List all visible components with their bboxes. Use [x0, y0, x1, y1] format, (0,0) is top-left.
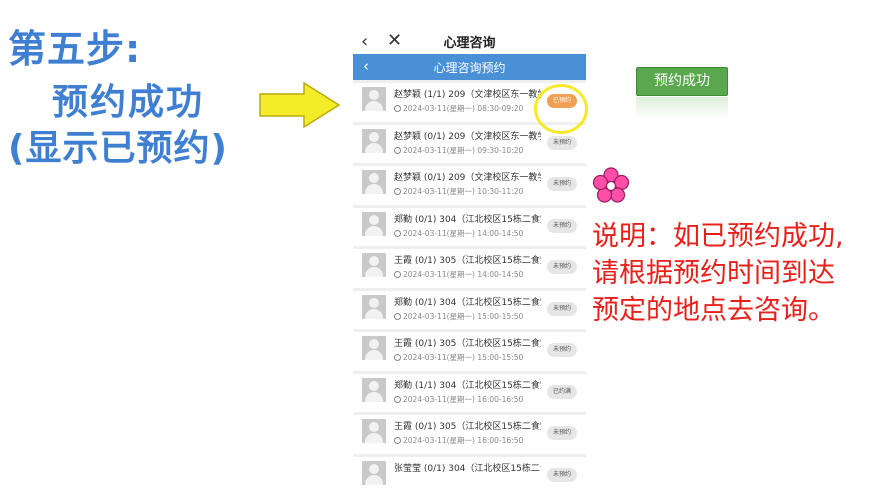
highlight-circle	[534, 84, 588, 134]
clock-icon	[394, 354, 401, 361]
counselor-slot-info: 郑勤 (1/1) 304（江北校区15栋二食堂…	[394, 380, 541, 391]
appointment-item[interactable]: 张莹莹 (0/1) 304（江北校区15栋二食… 未预约	[353, 456, 586, 493]
flower-icon	[592, 167, 630, 203]
counselor-slot-info: 王霞 (0/1) 305（江北校区15栋二食堂…	[394, 339, 541, 349]
status-badge[interactable]: 未预约	[547, 260, 577, 274]
counselor-slot-info: 张莹莹 (0/1) 304（江北校区15栋二食…	[394, 463, 541, 474]
counselor-slot-info: 王霞 (0/1) 305（江北校区15栋二食堂…	[394, 256, 541, 266]
avatar-placeholder-icon	[362, 294, 386, 319]
slot-time: 2024-03-11(星期一) 14:00-14:50	[394, 228, 523, 239]
slot-time: 2024-03-11(星期一) 16:00-16:50	[394, 435, 523, 446]
status-badge[interactable]: 未预约	[547, 467, 577, 482]
slot-time: 2024-03-11(星期一) 10:30-11:20	[394, 186, 523, 197]
counselor-slot-info: 赵梦颖 (0/1) 209（文津校区东一教学…	[394, 173, 541, 183]
counselor-slot-info: 赵梦颖 (0/1) 209（文津校区东一教学…	[394, 131, 541, 142]
app-topbar: ‹ ✕ 心理咨询	[353, 28, 586, 54]
counselor-slot-info: 王霞 (0/1) 305（江北校区15栋二食堂…	[394, 422, 541, 432]
nav-back-icon[interactable]: ‹	[363, 57, 369, 75]
status-bar	[353, 0, 586, 28]
clock-icon	[394, 229, 401, 237]
appointment-item[interactable]: 王霞 (0/1) 305（江北校区15栋二食堂… 2024-03-11(星期一)…	[353, 249, 586, 288]
status-badge[interactable]: 已约满	[547, 384, 577, 399]
counselor-slot-info: 赵梦颖 (1/1) 209（文津校区东一教学…	[394, 90, 541, 100]
avatar-placeholder-icon	[362, 377, 386, 402]
clock-icon	[394, 105, 401, 112]
appointment-list: 赵梦颖 (1/1) 209（文津校区东一教学… 2024-03-11(星期一) …	[353, 80, 586, 493]
step-title: 第五步:	[8, 27, 142, 71]
slot-time: 2024-03-11(星期一) 09:30-10:20	[394, 145, 523, 156]
avatar-placeholder-icon	[362, 419, 386, 443]
slot-time: 2024-03-11(星期一) 14:00-14:50	[394, 269, 523, 280]
status-badge[interactable]: 未预约	[547, 426, 577, 440]
page-navbar: ‹ 心理咨询预约	[353, 54, 586, 80]
back-icon[interactable]: ‹	[361, 31, 368, 52]
button-reflection	[636, 97, 728, 119]
avatar-placeholder-icon	[362, 336, 386, 360]
appointment-item[interactable]: 郑勤 (0/1) 304（江北校区15栋二食堂… 2024-03-11(星期一)…	[353, 290, 586, 329]
slot-time: 2024-03-11(星期一) 08:30-09:20	[394, 103, 523, 114]
description-line: 预定的地点去咨询。	[592, 295, 835, 326]
clock-icon	[394, 312, 401, 320]
phone-screen: ‹ ✕ 心理咨询 ‹ 心理咨询预约 赵梦颖 (1/1) 209（文津校区东一教学…	[353, 0, 586, 493]
status-badge[interactable]: 未预约	[547, 301, 577, 316]
description-line: 请根据预约时间到达	[592, 258, 835, 289]
slot-time: 2024-03-11(星期一) 16:00-16:50	[394, 394, 523, 405]
clock-icon	[394, 395, 401, 403]
status-badge[interactable]: 未预约	[547, 135, 577, 150]
clock-icon	[394, 146, 401, 154]
avatar-placeholder-icon	[362, 460, 386, 485]
appointment-item[interactable]: 郑勤 (0/1) 304（江北校区15栋二食堂… 2024-03-11(星期一)…	[353, 207, 586, 246]
description-line: 说明：如已预约成功,	[592, 221, 844, 252]
avatar-placeholder-icon	[362, 87, 386, 111]
slot-time: 2024-03-11(星期一) 15:00-15:50	[394, 352, 523, 363]
avatar-placeholder-icon	[362, 170, 386, 194]
avatar-placeholder-icon	[362, 211, 386, 236]
counselor-slot-info: 郑勤 (0/1) 304（江北校区15栋二食堂…	[394, 214, 541, 225]
status-badge[interactable]: 未预约	[547, 343, 577, 357]
avatar-placeholder-icon	[362, 253, 386, 277]
appointment-item[interactable]: 王霞 (0/1) 305（江北校区15栋二食堂… 2024-03-11(星期一)…	[353, 415, 586, 454]
status-badge[interactable]: 未预约	[547, 177, 577, 191]
clock-icon	[394, 271, 401, 278]
avatar-placeholder-icon	[362, 128, 386, 153]
booking-success-button: 预约成功	[636, 67, 728, 96]
page-title: 心理咨询预约	[433, 60, 506, 75]
step-note: (显示已预约)	[8, 128, 228, 169]
status-badge[interactable]: 未预约	[547, 218, 577, 233]
description-text: 说明：如已预约成功, 请根据预约时间到达 预定的地点去咨询。	[592, 218, 882, 329]
clock-icon	[394, 437, 401, 444]
close-icon[interactable]: ✕	[387, 30, 402, 51]
appointment-item[interactable]: 王霞 (0/1) 305（江北校区15栋二食堂… 2024-03-11(星期一)…	[353, 332, 586, 371]
slot-time: 2024-03-11(星期一) 15:00-15:50	[394, 311, 523, 322]
appointment-item[interactable]: 赵梦颖 (0/1) 209（文津校区东一教学… 2024-03-11(星期一) …	[353, 166, 586, 205]
counselor-slot-info: 郑勤 (0/1) 304（江北校区15栋二食堂…	[394, 297, 541, 308]
step-subtitle: 预约成功	[52, 82, 205, 123]
appointment-item[interactable]: 郑勤 (1/1) 304（江北校区15栋二食堂… 2024-03-11(星期一)…	[353, 373, 586, 412]
right-arrow-icon	[259, 81, 341, 129]
clock-icon	[394, 188, 401, 195]
